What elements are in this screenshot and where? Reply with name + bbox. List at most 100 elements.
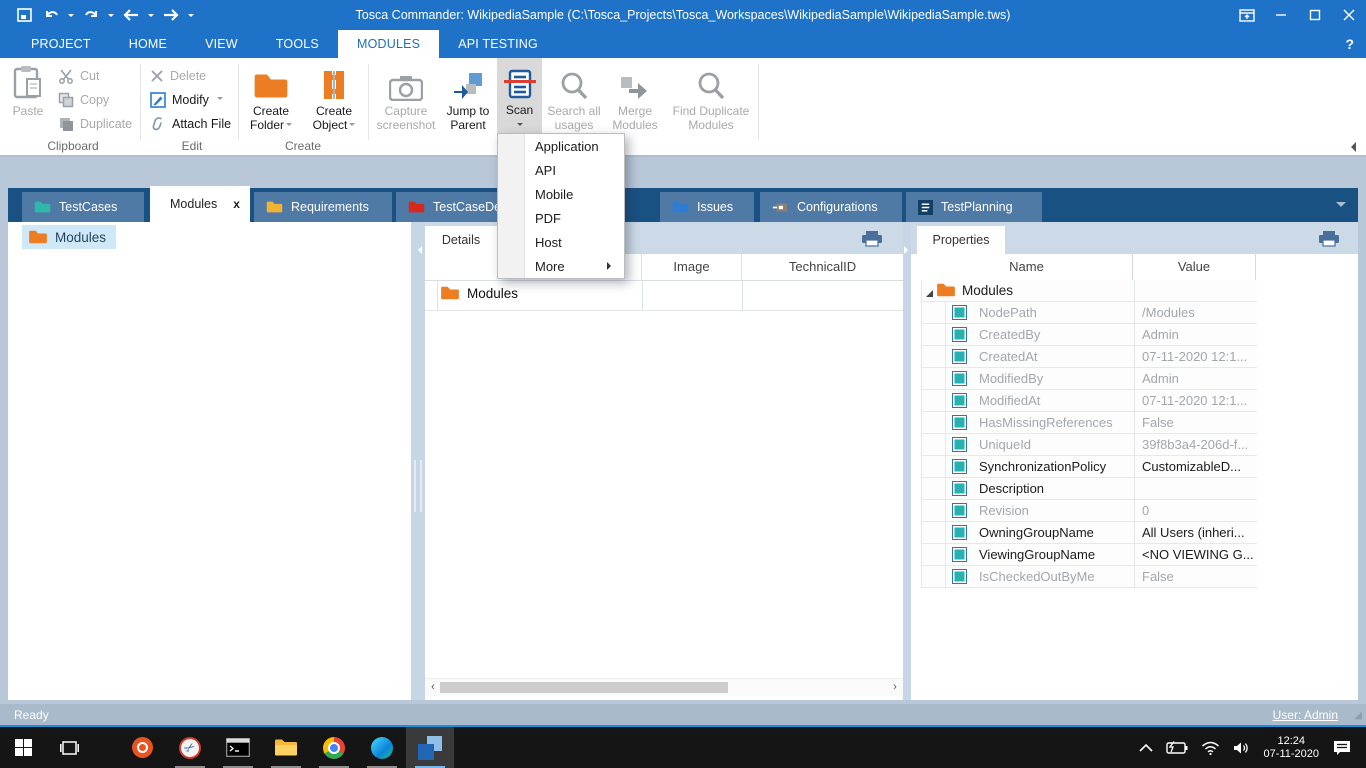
user-link[interactable]: User: Admin <box>1273 708 1338 722</box>
property-row[interactable]: IsCheckedOutByMeFalse <box>922 566 1257 588</box>
property-row[interactable]: Description <box>922 478 1257 500</box>
taskbar-clock[interactable]: 12:24 07-11-2020 <box>1264 735 1319 761</box>
property-row[interactable]: HasMissingReferencesFalse <box>922 412 1257 434</box>
property-value[interactable]: Admin <box>1142 327 1260 342</box>
jump-to-parent-button[interactable]: Jump to Parent <box>440 61 496 139</box>
print-icon[interactable] <box>861 230 883 247</box>
taskbar-ubuntu[interactable] <box>118 727 166 768</box>
create-object-button[interactable]: Create Object <box>305 61 363 139</box>
horizontal-scrollbar[interactable]: ‹ › <box>425 678 903 696</box>
maximize-button[interactable] <box>1298 0 1332 30</box>
taskbar-tosca[interactable] <box>406 727 454 768</box>
property-row[interactable]: SynchronizationPolicyCustomizableD... <box>922 456 1257 478</box>
find-duplicate-modules-button[interactable]: Find Duplicate Modules <box>668 61 754 139</box>
duplicate-button[interactable]: Duplicate <box>58 113 132 135</box>
scroll-left-icon[interactable]: ‹ <box>426 680 440 695</box>
undo-icon[interactable] <box>41 5 61 25</box>
tab-overflow-dropdown-icon[interactable] <box>1336 202 1346 212</box>
search-all-usages-button[interactable]: Search all usages <box>546 61 602 139</box>
ribbon-tab-tools[interactable]: TOOLS <box>257 30 338 58</box>
paste-button[interactable]: Paste <box>6 61 50 139</box>
taskbar-edge[interactable] <box>358 727 406 768</box>
property-value[interactable]: False <box>1142 415 1260 430</box>
menu-item-host[interactable]: Host <box>498 230 624 254</box>
menu-item-mobile[interactable]: Mobile <box>498 182 624 206</box>
close-button[interactable] <box>1332 0 1366 30</box>
property-value[interactable]: 07-11-2020 12:1... <box>1142 393 1260 408</box>
merge-modules-button[interactable]: Merge Modules <box>606 61 664 139</box>
property-value[interactable]: 39f8b3a4-206d-f... <box>1142 437 1260 452</box>
tray-expand-icon[interactable] <box>1139 743 1153 752</box>
property-row[interactable]: ModifiedByAdmin <box>922 368 1257 390</box>
column-header-value[interactable]: Value <box>1133 254 1256 280</box>
expander-icon[interactable] <box>925 286 934 301</box>
save-icon[interactable] <box>14 5 34 25</box>
taskbar-file-explorer[interactable] <box>262 727 310 768</box>
create-folder-dropdown-icon[interactable] <box>286 123 292 129</box>
property-row[interactable]: ModifiedAt07-11-2020 12:1... <box>922 390 1257 412</box>
capture-screenshot-button[interactable]: Capture screenshot <box>374 61 438 139</box>
speaker-icon[interactable] <box>1233 741 1251 755</box>
right-splitter[interactable] <box>903 222 911 700</box>
property-value[interactable]: All Users (inheri... <box>1142 525 1260 540</box>
menu-item-api[interactable]: API <box>498 158 624 182</box>
undo-dropdown-icon[interactable] <box>68 14 74 20</box>
collapse-left-icon[interactable] <box>414 246 422 254</box>
property-row-folder[interactable]: Modules <box>922 280 1257 302</box>
task-view-button[interactable] <box>46 727 92 768</box>
property-value[interactable]: 07-11-2020 12:1... <box>1142 349 1260 364</box>
action-center-icon[interactable] <box>1332 739 1352 757</box>
column-header-image[interactable]: Image <box>642 254 742 280</box>
battery-icon[interactable] <box>1166 741 1188 754</box>
modify-dropdown-icon[interactable] <box>217 97 223 103</box>
print-icon[interactable] <box>1318 230 1340 247</box>
ribbon-tab-modules[interactable]: MODULES <box>338 30 439 58</box>
ribbon-tab-view[interactable]: VIEW <box>186 30 257 58</box>
property-row[interactable]: OwningGroupNameAll Users (inheri... <box>922 522 1257 544</box>
menu-item-pdf[interactable]: PDF <box>498 206 624 230</box>
ribbon-collapse-icon[interactable] <box>1346 142 1356 152</box>
tab-requirements[interactable]: Requirements <box>254 192 392 222</box>
taskbar-snipping-tool[interactable]: ✂ <box>166 727 214 768</box>
scroll-right-icon[interactable]: › <box>888 680 902 695</box>
minimize-button[interactable] <box>1264 0 1298 30</box>
modify-button[interactable]: Modify <box>150 89 223 111</box>
property-value[interactable]: <NO VIEWING G... <box>1142 547 1260 562</box>
property-row[interactable]: ViewingGroupName<NO VIEWING G... <box>922 544 1257 566</box>
property-row[interactable]: NodePath/Modules <box>922 302 1257 324</box>
cut-button[interactable]: Cut <box>58 65 99 87</box>
tab-testcases[interactable]: TestCases <box>22 192 144 222</box>
wifi-icon[interactable] <box>1201 741 1220 755</box>
taskbar-command-prompt[interactable] <box>214 727 262 768</box>
back-dropdown-icon[interactable] <box>148 14 154 20</box>
ribbon-tab-project[interactable]: PROJECT <box>12 30 110 58</box>
redo-icon[interactable] <box>81 5 101 25</box>
ribbon-tab-api-testing[interactable]: API TESTING <box>439 30 557 58</box>
tab-properties[interactable]: Properties <box>917 226 1005 254</box>
tab-details[interactable]: Details <box>425 226 497 254</box>
menu-item-application[interactable]: Application <box>498 134 624 158</box>
help-icon[interactable]: ? <box>1345 36 1354 52</box>
create-folder-button[interactable]: Create Folder <box>242 61 300 139</box>
scan-button[interactable]: Scan <box>497 58 542 134</box>
start-button[interactable] <box>0 727 46 768</box>
tree-item-modules[interactable]: Modules <box>22 225 116 249</box>
redo-dropdown-icon[interactable] <box>108 14 114 20</box>
tab-issues[interactable]: Issues <box>660 192 754 222</box>
property-value[interactable]: False <box>1142 569 1260 584</box>
tab-modules[interactable]: Modules x <box>150 186 250 222</box>
column-header-name[interactable]: Name <box>921 254 1133 280</box>
property-row[interactable]: Revision0 <box>922 500 1257 522</box>
left-splitter[interactable] <box>411 222 425 700</box>
forward-dropdown-icon[interactable] <box>188 14 194 20</box>
tab-configurations[interactable]: Configurations <box>760 192 902 222</box>
menu-item-more[interactable]: More <box>498 254 624 278</box>
back-icon[interactable] <box>121 5 141 25</box>
property-value[interactable]: CustomizableD... <box>1142 459 1260 474</box>
taskbar-chrome[interactable] <box>310 727 358 768</box>
scan-dropdown-icon[interactable] <box>517 123 523 129</box>
property-value[interactable]: Admin <box>1142 371 1260 386</box>
create-object-dropdown-icon[interactable] <box>349 123 355 129</box>
scrollbar-thumb[interactable] <box>440 682 728 693</box>
property-row[interactable]: CreatedAt07-11-2020 12:1... <box>922 346 1257 368</box>
